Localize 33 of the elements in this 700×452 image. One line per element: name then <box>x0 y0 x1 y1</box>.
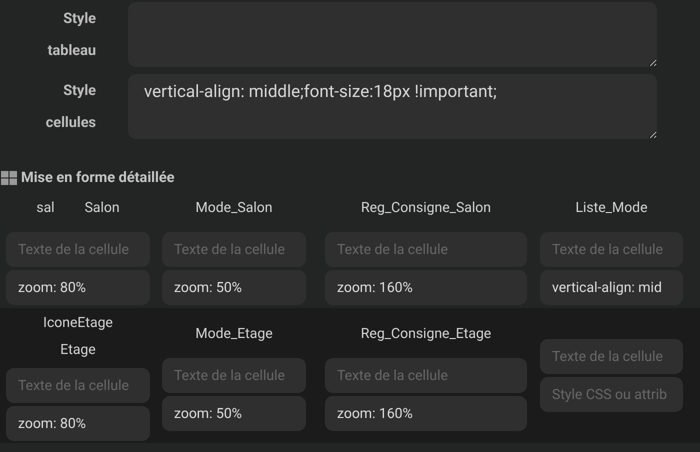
column-header: sal <box>36 199 55 218</box>
cell-style-field[interactable]: zoom: 50% <box>162 396 306 431</box>
cell-text-field[interactable]: Texte de la cellule <box>6 232 150 267</box>
cell-text-field[interactable]: Texte de la cellule <box>540 339 683 374</box>
cell-text-field[interactable]: Texte de la cellule <box>325 358 527 393</box>
cell-style-field[interactable]: Style CSS ou attrib <box>540 377 683 412</box>
cell-style-field[interactable]: zoom: 160% <box>325 270 527 305</box>
cell-style-field[interactable]: zoom: 80% <box>6 270 150 305</box>
cell-text-field[interactable]: Texte de la cellule <box>162 232 306 267</box>
style-textarea[interactable]: vertical-align: middle;font-size:18px !important; <box>128 74 657 139</box>
section-heading: Mise en forme détaillée <box>21 168 174 188</box>
style-textarea[interactable] <box>128 2 657 67</box>
column-header: Salon <box>84 199 120 218</box>
cell-text-field[interactable]: Texte de la cellule <box>162 358 306 393</box>
column-header: Mode_Etage <box>195 325 273 344</box>
column-header: IconeEtage <box>43 314 113 333</box>
column-header: Reg_Consigne_Etage <box>360 325 492 344</box>
cell-style-field[interactable]: vertical-align: mid <box>540 270 683 305</box>
cell-style-field[interactable]: zoom: 80% <box>6 406 150 441</box>
cell-text-field[interactable]: Texte de la cellule <box>540 232 683 267</box>
cell-text-field[interactable]: Texte de la cellule <box>6 368 150 403</box>
field-label: Style <box>63 8 96 28</box>
field-label: tableau <box>48 40 96 60</box>
field-label: cellules <box>46 112 96 132</box>
column-header: Reg_Consigne_Salon <box>360 199 492 218</box>
cell-text-field[interactable]: Texte de la cellule <box>325 232 527 267</box>
column-header: Mode_Salon <box>196 199 272 218</box>
column-header: Liste_Mode <box>575 199 648 218</box>
grid-icon <box>1 171 17 185</box>
cell-style-field[interactable]: zoom: 160% <box>325 396 527 431</box>
column-header: Etage <box>60 341 96 360</box>
field-label: Style <box>63 80 96 100</box>
cell-style-field[interactable]: zoom: 50% <box>162 270 306 305</box>
